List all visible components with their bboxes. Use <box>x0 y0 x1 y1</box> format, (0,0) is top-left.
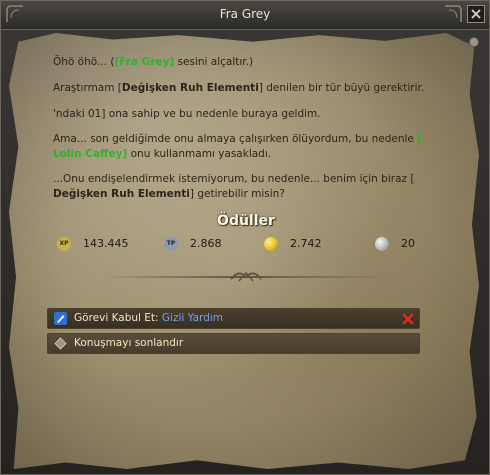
close-button[interactable] <box>467 5 485 23</box>
xp-icon: XP <box>57 237 71 251</box>
item-link[interactable]: Değişken Ruh Elementi <box>122 82 259 94</box>
accept-quest-option[interactable]: Görevi Kabul Et: Gizli Yardım <box>47 308 420 329</box>
end-conversation-label: Konuşmayı sonlandır <box>74 337 184 349</box>
pin-icon <box>469 37 479 47</box>
reward-value: 2.868 <box>190 237 222 250</box>
title-bar[interactable]: Fra Grey <box>1 1 489 30</box>
npc-name-link[interactable]: [Fra Grey] <box>114 56 174 68</box>
end-conversation-option[interactable]: Konuşmayı sonlandır <box>47 333 420 354</box>
corner-ornament-icon <box>445 5 462 22</box>
dialogue-line-1: Öhö öhö... ([Fra Grey] sesini alçaltır.) <box>53 56 254 68</box>
accept-quest-label: Görevi Kabul Et: Gizli Yardım <box>74 312 224 324</box>
reward-value: 2.742 <box>290 237 322 250</box>
silver-coin-icon <box>375 237 389 251</box>
window-title: Fra Grey <box>219 7 271 21</box>
quest-scroll-icon <box>54 312 67 325</box>
tp-icon: TP <box>164 237 178 251</box>
gold-coin-icon <box>264 237 278 251</box>
reward-value: 143.445 <box>83 237 129 250</box>
diamond-icon <box>54 337 67 350</box>
dialogue-line-4: Ama... son geldiğimde onu almaya çalışır… <box>53 133 423 160</box>
dialogue-line-5: ...Onu endişelendirmek istemiyorum, bu n… <box>53 173 415 200</box>
red-x-icon <box>402 313 414 325</box>
divider-ornament <box>101 271 391 282</box>
item-link[interactable]: Değişken Ruh Elementi <box>53 188 190 200</box>
quest-name: Gizli Yardım <box>161 312 224 324</box>
dialogue-line-3: 'ndaki 01] ona sahip ve bu nedenle buray… <box>53 108 321 120</box>
npc-dialog-window: Fra Grey Öhö öhö... ([Fra Grey] sesini a… <box>0 0 490 475</box>
reward-value: 20 <box>401 237 415 250</box>
dialogue-line-2: Araştırmam [Değişken Ruh Elementi] denil… <box>53 82 425 94</box>
close-icon <box>471 9 481 19</box>
parchment-panel <box>9 33 479 469</box>
rewards-title: Ödüller <box>217 213 275 229</box>
